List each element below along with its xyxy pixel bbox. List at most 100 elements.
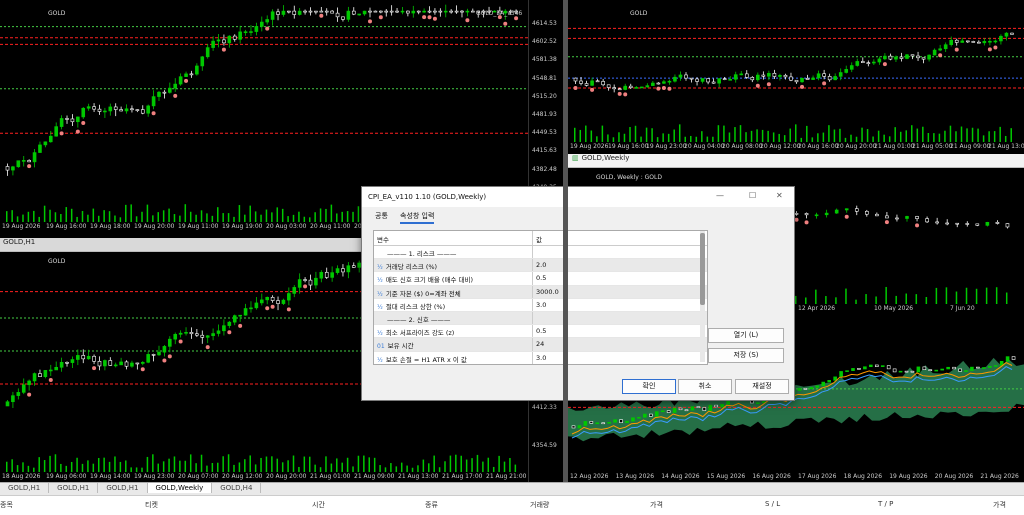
candle-body [977, 42, 980, 43]
candle-body [718, 79, 721, 84]
load-button[interactable]: 열기 (L) [708, 328, 784, 343]
volume-bar [174, 214, 176, 222]
minimize-icon[interactable]: — [716, 191, 724, 200]
parameter-type-icon: ½ [377, 291, 383, 298]
volume-bar [287, 460, 289, 472]
parameter-value[interactable]: 0.5 [536, 327, 546, 335]
chart-tab[interactable]: GOLD,H4 [212, 483, 261, 493]
time-tick-label: 21 Aug 09:00 [950, 143, 990, 150]
parameter-row[interactable]: ½보호 손절 = H1 ATR x 이 값3.0 [374, 352, 707, 365]
column-header[interactable]: 종류 [425, 500, 438, 510]
candle-body [839, 73, 842, 77]
volume-bar [795, 296, 797, 304]
candle-body [955, 40, 958, 42]
signal-marker [92, 366, 96, 370]
chart-tab[interactable]: GOLD,Weekly [148, 483, 213, 493]
scrollbar-thumb[interactable] [700, 233, 705, 305]
reset-button[interactable]: 재설정 [735, 379, 789, 394]
column-header[interactable]: 가격 [993, 500, 1006, 510]
vertical-divider[interactable] [563, 0, 568, 482]
candle-body [789, 77, 792, 80]
volume-bar [157, 212, 159, 222]
table-scrollbar[interactable] [700, 231, 705, 362]
candle-body [959, 369, 962, 371]
candle-body [640, 87, 643, 88]
price-tick-label: 4415.63 [532, 147, 557, 154]
column-separator [532, 325, 533, 337]
parameter-value[interactable]: 3000.0 [536, 288, 559, 296]
column-header[interactable]: 티켓 [145, 500, 158, 510]
parameter-row[interactable]: ½절대 리스크 상한 (%)3.0 [374, 299, 707, 312]
candle-body [933, 50, 936, 55]
candle-body [185, 74, 188, 77]
volume-bar [314, 465, 316, 472]
candle-body [691, 407, 694, 410]
parameter-row[interactable]: ½거래당 리스크 (%)2.0 [374, 259, 707, 272]
volume-bar [179, 461, 181, 472]
parameter-value[interactable]: 24 [536, 340, 544, 348]
time-tick-label: 19 Aug 16:00 [46, 223, 86, 230]
candle-body [114, 365, 117, 366]
volume-bar [944, 131, 946, 142]
candle-body [363, 11, 366, 14]
column-header[interactable]: 시간 [312, 500, 325, 510]
candle-body [103, 111, 106, 112]
parameter-name-text: 최소 서프라이즈 강도 (z) [386, 329, 455, 337]
maximize-icon[interactable]: ☐ [749, 191, 756, 200]
parameter-section-row[interactable]: ——— 1. 리스크 ——— [374, 246, 707, 259]
volume-bar [756, 129, 758, 142]
price-tick-label: 4614.53 [532, 20, 557, 27]
column-header[interactable]: 거래량 [530, 500, 549, 510]
tab-common[interactable]: 공통 [375, 211, 388, 221]
chart-tab[interactable]: GOLD,H1 [98, 483, 147, 493]
close-icon[interactable]: ✕ [776, 191, 783, 200]
window-title-weekly[interactable]: ▥GOLD,Weekly [568, 154, 1024, 168]
candle-body [661, 411, 664, 412]
candle-body [109, 360, 112, 365]
column-header[interactable]: 가격 [650, 500, 663, 510]
candle-body [816, 386, 819, 388]
candle-body [673, 408, 676, 412]
candle-body [109, 107, 112, 111]
volume-bar [983, 135, 985, 142]
ok-button[interactable]: 확인 [622, 379, 676, 394]
tab-inputs[interactable]: 속성창 입력 [400, 211, 434, 224]
signal-marker [428, 15, 432, 19]
volume-bar [98, 458, 100, 472]
parameter-name-text: 거래당 리스크 (%) [386, 263, 437, 271]
candle-body [325, 272, 328, 277]
volume-bar [331, 464, 333, 472]
candle-body [986, 222, 989, 225]
parameter-value[interactable]: 0.5 [536, 274, 546, 282]
candle-body [141, 110, 144, 114]
candle-body [195, 334, 198, 335]
parameter-value[interactable]: 2.0 [536, 261, 546, 269]
volume-bar [460, 456, 462, 472]
parameters-table[interactable]: 변수 값 ——— 1. 리스크 ———½거래당 리스크 (%)2.0½매도 신호… [373, 230, 708, 365]
signal-marker [845, 215, 849, 219]
parameter-row[interactable]: 01보유 시간24 [374, 338, 707, 351]
column-header[interactable]: 종목 [0, 500, 13, 510]
time-tick-label: 20 Aug 20:00 [266, 473, 306, 480]
parameter-section-row[interactable]: ——— 2. 신호 ——— [374, 312, 707, 325]
cancel-button[interactable]: 취소 [678, 379, 732, 394]
volume-bar [109, 211, 111, 222]
volume-bar [298, 212, 300, 222]
volume-bar [950, 126, 952, 142]
parameter-row[interactable]: ½기준 자본 ($) 0=계좌 전체3000.0 [374, 286, 707, 299]
chart-tab[interactable]: GOLD,H1 [49, 483, 98, 493]
column-header[interactable]: T / P [878, 500, 893, 508]
column-header[interactable]: S / L [765, 500, 780, 508]
parameter-row[interactable]: ½최소 서프라이즈 강도 (z)0.5 [374, 325, 707, 338]
volume-bar [163, 461, 165, 472]
chart-tab[interactable]: GOLD,H1 [0, 483, 49, 493]
parameter-value[interactable]: 3.0 [536, 301, 546, 309]
parameter-row[interactable]: ½매도 신호 크기 배율 (매수 대비)0.5 [374, 272, 707, 285]
save-button[interactable]: 저장 (S) [708, 348, 784, 363]
chart-top-right[interactable]: GOLD 19 Aug 202619 Aug 16:0019 Aug 23:00… [568, 0, 1024, 152]
candle-body [347, 11, 350, 19]
parameter-value[interactable]: 3.0 [536, 354, 546, 362]
candle-body [249, 308, 252, 309]
volume-bar [206, 213, 208, 222]
signal-marker [433, 17, 437, 21]
